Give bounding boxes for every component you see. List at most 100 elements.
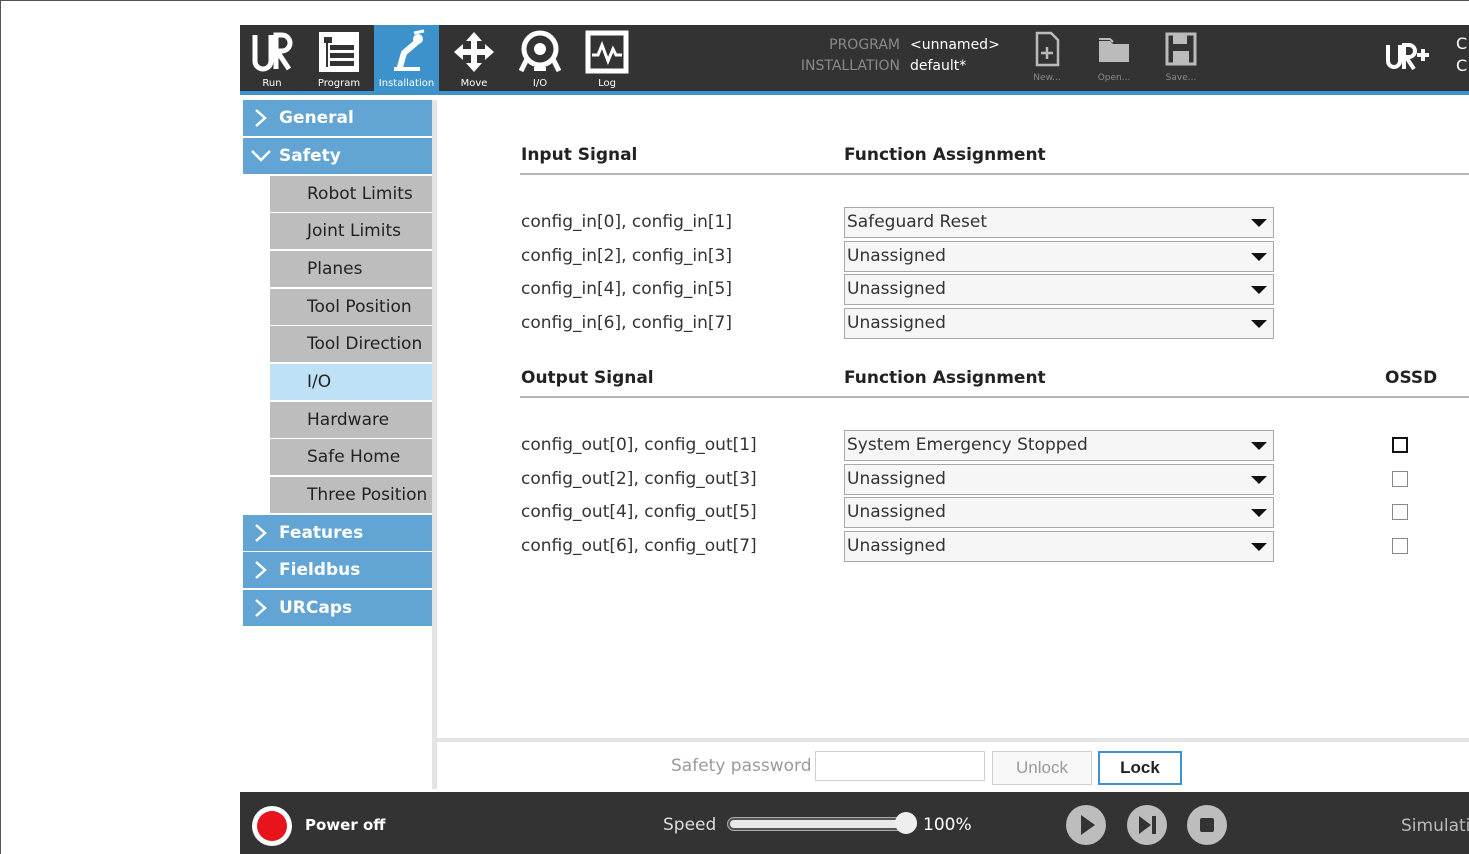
status-footer: Power off Speed 100% Simulation bbox=[240, 792, 1469, 854]
tab-installation-label: Installation bbox=[378, 78, 435, 89]
dropdown-value: Safeguard Reset bbox=[847, 212, 988, 232]
installation-name: default* bbox=[910, 58, 967, 74]
output-signal-label: config_out[0], config_out[1] bbox=[521, 435, 757, 455]
urplus-logo-icon[interactable] bbox=[1383, 39, 1431, 75]
dropdown-value: Unassigned bbox=[847, 246, 946, 266]
sidebar-item-label: Fieldbus bbox=[279, 560, 361, 580]
output-assignment-dropdown[interactable]: System Emergency Stopped bbox=[844, 430, 1274, 461]
sidebar-item-safe-home[interactable]: Safe Home bbox=[270, 439, 432, 475]
lock-button[interactable]: Lock bbox=[1098, 751, 1182, 785]
sidebar-item-io[interactable]: I/O bbox=[270, 364, 432, 400]
polyscope-app: Run Program Installation Move I/O Log PR… bbox=[240, 25, 1469, 854]
tab-move-label: Move bbox=[460, 78, 488, 89]
sidebar-item-general[interactable]: General bbox=[243, 100, 432, 136]
output-function-header: Function Assignment bbox=[844, 368, 1046, 388]
ossd-checkbox[interactable] bbox=[1392, 471, 1408, 487]
dropdown-arrow-icon bbox=[1251, 442, 1267, 450]
dropdown-arrow-icon bbox=[1251, 543, 1267, 551]
safety-password-input[interactable] bbox=[815, 751, 985, 781]
dropdown-arrow-icon bbox=[1251, 219, 1267, 227]
tab-run[interactable]: Run bbox=[240, 25, 304, 91]
save-button[interactable]: Save... bbox=[1156, 29, 1206, 89]
sidebar-item-label: URCaps bbox=[279, 598, 353, 618]
input-assignment-dropdown[interactable]: Unassigned bbox=[844, 241, 1274, 272]
output-signal-label: config_out[6], config_out[7] bbox=[521, 536, 757, 556]
sidebar-item-hardware[interactable]: Hardware bbox=[270, 402, 432, 438]
ossd-checkbox[interactable] bbox=[1392, 437, 1408, 453]
input-assignment-dropdown[interactable]: Safeguard Reset bbox=[844, 207, 1274, 238]
sidebar-item-tool-position[interactable]: Tool Position bbox=[270, 289, 432, 325]
clipped-menu-text[interactable]: C C bbox=[1456, 33, 1467, 77]
power-status-label: Power off bbox=[305, 816, 386, 834]
ossd-checkbox[interactable] bbox=[1392, 538, 1408, 554]
input-signal-label: config_in[4], config_in[5] bbox=[521, 279, 733, 299]
program-key: PROGRAM bbox=[829, 37, 900, 53]
speed-slider-fill bbox=[730, 820, 916, 828]
chevron-right-icon bbox=[243, 552, 279, 588]
output-signal-label: config_out[2], config_out[3] bbox=[521, 469, 757, 489]
chevron-down-icon bbox=[243, 138, 279, 174]
io-icon bbox=[518, 30, 562, 73]
safety-password-label: Safety password bbox=[671, 756, 812, 776]
dropdown-value: Unassigned bbox=[847, 502, 946, 522]
tab-installation[interactable]: Installation bbox=[374, 25, 439, 91]
step-button[interactable] bbox=[1126, 804, 1168, 846]
tab-move[interactable]: Move bbox=[441, 25, 507, 91]
sidebar-item-three-position[interactable]: Three Position bbox=[270, 477, 432, 513]
sidebar-item-safety[interactable]: Safety bbox=[243, 138, 432, 174]
sidebar-item-label: Features bbox=[279, 523, 364, 543]
play-button[interactable] bbox=[1065, 804, 1107, 846]
ossd-checkbox[interactable] bbox=[1392, 504, 1408, 520]
tab-log[interactable]: Log bbox=[574, 25, 640, 91]
chevron-right-icon bbox=[243, 590, 279, 626]
sidebar-item-planes[interactable]: Planes bbox=[270, 251, 432, 287]
tab-program[interactable]: Program bbox=[306, 25, 372, 91]
tab-program-label: Program bbox=[317, 78, 361, 89]
sidebar-item-label: Hardware bbox=[307, 410, 390, 430]
program-name: <unnamed> bbox=[910, 37, 1000, 53]
safety-io-panel: Input Signal Function Assignment config_… bbox=[437, 100, 1469, 740]
input-signal-label: config_in[0], config_in[1] bbox=[521, 212, 733, 232]
output-assignment-dropdown[interactable]: Unassigned bbox=[844, 464, 1274, 495]
dropdown-arrow-icon bbox=[1251, 476, 1267, 484]
output-assignment-dropdown[interactable]: Unassigned bbox=[844, 497, 1274, 528]
speed-value: 100% bbox=[923, 815, 972, 835]
sidebar-item-urcaps[interactable]: URCaps bbox=[243, 590, 432, 626]
sidebar-item-robot-limits[interactable]: Robot Limits bbox=[270, 176, 432, 212]
sidebar-item-features[interactable]: Features bbox=[243, 515, 432, 551]
sidebar-item-label: Tool Direction bbox=[307, 334, 423, 354]
input-signal-label: config_in[6], config_in[7] bbox=[521, 313, 733, 333]
speed-slider-track[interactable] bbox=[727, 817, 917, 831]
clipped-text-1: C bbox=[1456, 34, 1468, 53]
sidebar-item-joint-limits[interactable]: Joint Limits bbox=[270, 213, 432, 249]
speed-label: Speed bbox=[663, 815, 717, 835]
output-assignment-dropdown[interactable]: Unassigned bbox=[844, 531, 1274, 562]
ur-logo-icon bbox=[252, 32, 293, 72]
sidebar-item-fieldbus[interactable]: Fieldbus bbox=[243, 552, 432, 588]
input-assignment-dropdown[interactable]: Unassigned bbox=[844, 274, 1274, 305]
ossd-header: OSSD bbox=[1385, 368, 1438, 388]
tab-io[interactable]: I/O bbox=[507, 25, 573, 91]
clipped-text-2: C bbox=[1456, 56, 1468, 75]
simulation-label[interactable]: Simulation bbox=[1401, 816, 1469, 836]
unlock-button[interactable]: Unlock bbox=[992, 751, 1092, 785]
power-button[interactable] bbox=[250, 804, 294, 848]
stop-button[interactable] bbox=[1186, 804, 1228, 846]
dropdown-value: Unassigned bbox=[847, 536, 946, 556]
sidebar-item-label: Safe Home bbox=[307, 447, 401, 467]
log-icon bbox=[585, 30, 629, 74]
dropdown-value: Unassigned bbox=[847, 313, 946, 333]
open-button[interactable]: Open... bbox=[1089, 29, 1139, 89]
speed-slider-handle[interactable] bbox=[895, 812, 917, 834]
dropdown-value: System Emergency Stopped bbox=[847, 435, 1088, 455]
new-button[interactable]: New... bbox=[1022, 29, 1072, 89]
program-info: PROGRAM <unnamed> INSTALLATION default* bbox=[796, 35, 1000, 77]
new-button-label: New... bbox=[1033, 73, 1061, 83]
chevron-right-icon bbox=[243, 515, 279, 551]
top-toolbar: Run Program Installation Move I/O Log PR… bbox=[240, 25, 1469, 91]
sidebar-item-label: Three Position bbox=[307, 485, 428, 505]
sidebar-item-tool-direction[interactable]: Tool Direction bbox=[270, 326, 432, 362]
input-assignment-dropdown[interactable]: Unassigned bbox=[844, 308, 1274, 339]
toolbar-accent-line bbox=[240, 91, 1469, 95]
dropdown-value: Unassigned bbox=[847, 469, 946, 489]
